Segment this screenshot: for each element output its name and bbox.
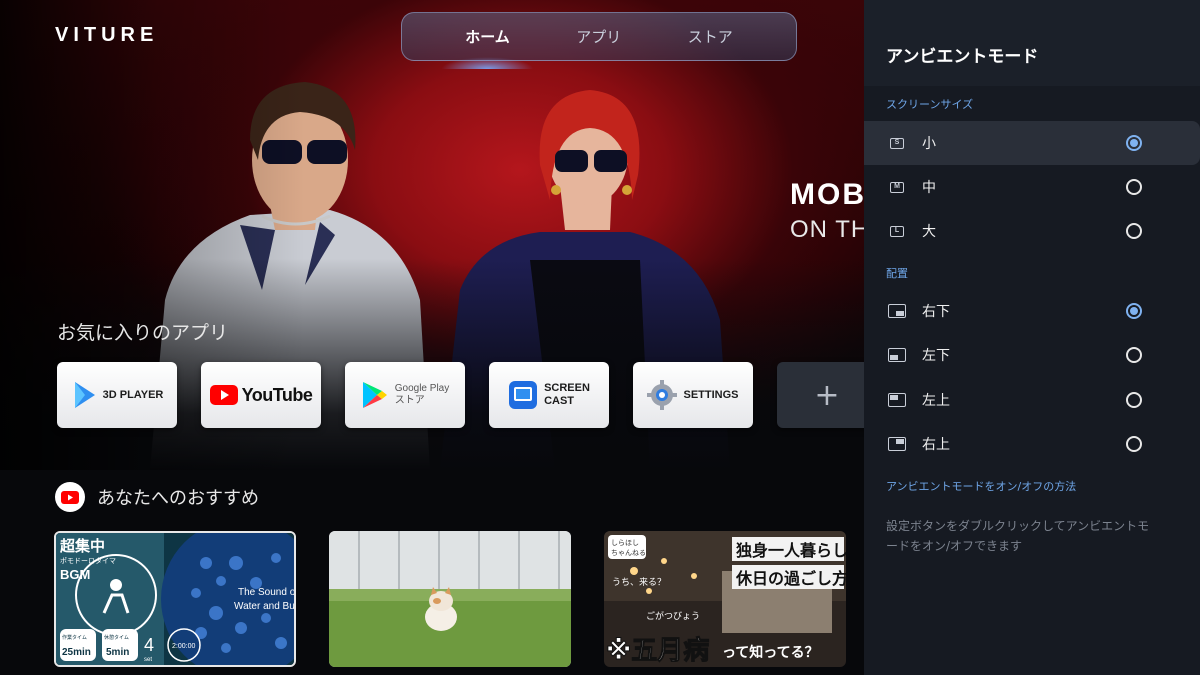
- option-label: 左下: [922, 348, 950, 364]
- radio-button[interactable]: [1126, 179, 1142, 195]
- app-tile-settings[interactable]: SETTINGS: [633, 362, 753, 428]
- position-bottom-left-icon: [888, 348, 906, 362]
- add-icon: +: [814, 377, 840, 413]
- position-option-top-left[interactable]: 左上: [864, 378, 1200, 422]
- top-navigation: ホーム アプリ ストア: [401, 12, 797, 69]
- app-label: YouTube: [241, 384, 313, 405]
- option-label: 右下: [922, 304, 950, 320]
- app-label-line1: SCREEN: [544, 382, 590, 394]
- thumbnail-image: [329, 531, 571, 667]
- size-large-icon: L: [888, 225, 906, 238]
- size-letter: S: [890, 137, 904, 149]
- video-bottom-text: ※五月病: [606, 636, 709, 666]
- radio-button-selected[interactable]: [1126, 135, 1142, 151]
- video-thumbnail-focus-bgm[interactable]: 超集中 ポモドーロタイマ BGM The Sound of Water and …: [54, 531, 296, 667]
- 3d-player-icon: [74, 382, 95, 408]
- radio-button[interactable]: [1126, 392, 1142, 408]
- size-option-large[interactable]: L 大: [864, 209, 1200, 253]
- video-ruby: ごがつびょう: [646, 610, 700, 622]
- size-letter: M: [890, 181, 904, 193]
- ambient-mode-panel: アンビエントモード スクリーンサイズ S 小 M 中 L 大 配置 右下 左下 …: [864, 0, 1200, 675]
- google-play-icon: [362, 382, 387, 408]
- video-focus-label: 作業タイム: [62, 634, 87, 641]
- video-repeat-unit: set: [144, 657, 152, 663]
- video-break-time: 5min: [106, 647, 129, 658]
- option-label: 中: [922, 180, 936, 196]
- video-title-line1: 独身一人暮らし: [736, 541, 846, 560]
- app-label: SCREEN CAST: [544, 382, 590, 408]
- size-option-small[interactable]: S 小: [864, 121, 1200, 165]
- video-side-text-1: The Sound of: [238, 587, 294, 598]
- hero-headline: MOB ON TH: [790, 178, 869, 244]
- position-bottom-right-icon: [888, 304, 906, 318]
- size-letter: L: [890, 225, 904, 237]
- screen-cast-icon: [509, 381, 538, 409]
- video-thumbnail-kitten[interactable]: [329, 531, 571, 667]
- position-option-bottom-left[interactable]: 左下: [864, 333, 1200, 377]
- help-section-label: アンビエントモードをオン/オフの方法: [886, 480, 1077, 493]
- viture-logo: VITURE: [55, 24, 159, 46]
- video-side-text-2: Water and Bubble: [234, 601, 294, 612]
- video-bgm-label: BGM: [60, 567, 90, 582]
- channel-badge-line2: ちゃんねる: [611, 549, 646, 557]
- tab-home[interactable]: ホーム: [441, 18, 534, 69]
- video-speech: うち、来る？: [612, 577, 666, 588]
- size-small-icon: S: [888, 137, 906, 150]
- option-label: 右上: [922, 437, 950, 453]
- panel-title: アンビエントモード: [886, 47, 1039, 67]
- position-option-top-right[interactable]: 右上: [864, 422, 1200, 466]
- size-option-medium[interactable]: M 中: [864, 165, 1200, 209]
- position-section-label: 配置: [886, 267, 908, 280]
- app-tile-youtube[interactable]: YouTube: [201, 362, 321, 428]
- option-label: 小: [922, 136, 936, 152]
- app-label: 3D PLAYER: [102, 388, 164, 401]
- video-break-label: 休憩タイム: [104, 634, 129, 641]
- video-thumbnail-living-alone[interactable]: しらほし ちゃんねる 独身一人暮らし 休日の過ごし方 うち、来る？ ごがつびょう…: [604, 531, 846, 667]
- app-label-line1: Google Play: [394, 383, 450, 394]
- app-label-line2: ストア: [394, 395, 425, 406]
- position-top-right-icon: [888, 437, 906, 451]
- recommendations-header: あなたへのおすすめ: [55, 482, 259, 512]
- app-tile-screen-cast[interactable]: SCREEN CAST: [489, 362, 609, 428]
- option-label: 左上: [922, 393, 950, 409]
- video-title-line2: 休日の過ごし方: [735, 569, 846, 588]
- tab-apps[interactable]: アプリ: [562, 18, 635, 55]
- tab-store[interactable]: ストア: [674, 18, 747, 55]
- help-text: 設定ボタンをダブルクリックしてアンビエントモードをオン/オフできます: [886, 519, 1150, 553]
- favorites-heading: お気に入りのアプリ: [57, 322, 229, 344]
- youtube-icon: [55, 482, 85, 512]
- radio-button[interactable]: [1126, 436, 1142, 452]
- video-clock: 2:00:00: [172, 643, 195, 650]
- app-label: Google Play ストア: [395, 383, 449, 407]
- position-top-left-icon: [888, 393, 906, 407]
- channel-badge-line1: しらほし: [611, 539, 639, 547]
- radio-button-selected[interactable]: [1126, 303, 1142, 319]
- video-title: 超集中: [59, 537, 105, 555]
- option-label: 大: [922, 224, 936, 240]
- app-label: SETTINGS: [683, 388, 739, 401]
- recommendations-heading: あなたへのおすすめ: [97, 488, 259, 509]
- add-app-button[interactable]: +: [777, 362, 877, 428]
- screen-size-section-label: スクリーンサイズ: [886, 98, 974, 111]
- app-label-line2: CAST: [544, 395, 575, 407]
- size-medium-icon: M: [888, 181, 906, 194]
- video-bottom-tail: って知ってる？: [722, 644, 819, 661]
- video-repeat: 4: [144, 635, 154, 655]
- video-focus-time: 25min: [62, 647, 91, 658]
- youtube-icon: [209, 385, 238, 405]
- settings-gear-icon: [647, 380, 678, 410]
- radio-button[interactable]: [1126, 347, 1142, 363]
- app-tile-3d-player[interactable]: 3D PLAYER: [57, 362, 177, 428]
- hero-subtitle: ON TH: [790, 216, 870, 243]
- video-tag: ポモドーロタイマ: [60, 556, 116, 565]
- thumbnail-image: 超集中 ポモドーロタイマ BGM The Sound of Water and …: [56, 533, 294, 665]
- app-tile-google-play[interactable]: Google Play ストア: [345, 362, 465, 428]
- radio-button[interactable]: [1126, 223, 1142, 239]
- thumbnail-image: しらほし ちゃんねる 独身一人暮らし 休日の過ごし方 うち、来る？ ごがつびょう…: [604, 531, 846, 667]
- hero-title: MOB: [790, 178, 866, 211]
- position-option-bottom-right[interactable]: 右下: [864, 289, 1200, 333]
